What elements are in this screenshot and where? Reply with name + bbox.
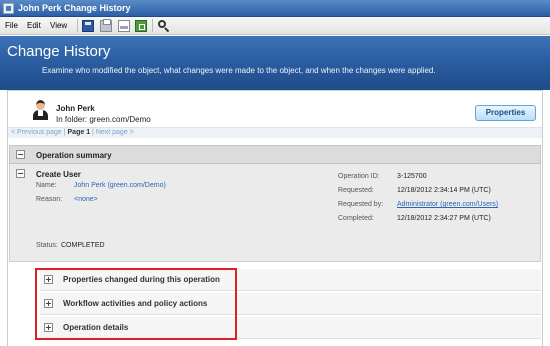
status-label: Status: bbox=[36, 242, 58, 249]
menu-edit[interactable]: Edit bbox=[27, 21, 41, 30]
operation-id-label: Operation ID: bbox=[338, 173, 380, 180]
requested-by-label: Requested by: bbox=[338, 201, 384, 208]
page-banner: Change History Examine who modified the … bbox=[0, 36, 550, 90]
name-label: Name: bbox=[36, 182, 57, 189]
menu-bar: File Edit View bbox=[0, 17, 550, 35]
operation-id-value: 3-125700 bbox=[397, 173, 427, 180]
save-icon[interactable] bbox=[82, 20, 94, 32]
export-icon[interactable] bbox=[135, 20, 147, 32]
title-bar: John Perk Change History bbox=[0, 0, 550, 17]
reason-label: Reason: bbox=[36, 196, 63, 203]
menu-separator bbox=[77, 19, 78, 32]
operation-summary-title: Operation summary bbox=[36, 151, 112, 160]
print-preview-icon[interactable] bbox=[118, 20, 130, 32]
page-title: Change History bbox=[7, 43, 111, 60]
previous-page-link[interactable]: < Previous page bbox=[11, 129, 62, 136]
toolbar-separator bbox=[152, 19, 153, 32]
completed-value: 12/18/2012 2:34:27 PM (UTC) bbox=[397, 215, 491, 222]
next-page-link[interactable]: Next page > bbox=[96, 129, 134, 136]
object-name: John Perk bbox=[56, 104, 95, 113]
object-folder: In folder: green.com/Demo bbox=[56, 115, 151, 124]
menu-view[interactable]: View bbox=[50, 21, 67, 30]
user-avatar-icon bbox=[32, 100, 48, 120]
search-icon[interactable] bbox=[158, 20, 170, 33]
reason-value: <none> bbox=[74, 196, 98, 203]
print-icon[interactable] bbox=[100, 19, 112, 32]
completed-label: Completed: bbox=[338, 215, 374, 222]
requested-label: Requested: bbox=[338, 187, 374, 194]
current-page: Page 1 bbox=[67, 129, 91, 136]
collapse-summary-icon[interactable] bbox=[16, 150, 25, 159]
status-value: COMPLETED bbox=[61, 242, 105, 249]
page-description: Examine who modified the object, what ch… bbox=[42, 66, 436, 75]
collapse-operation-icon[interactable] bbox=[16, 169, 25, 178]
app-icon bbox=[3, 3, 14, 14]
name-value-link[interactable]: John Perk (green.com/Demo) bbox=[74, 182, 166, 189]
window-title: John Perk Change History bbox=[18, 3, 131, 13]
menu-file[interactable]: File bbox=[5, 21, 18, 30]
requested-by-link[interactable]: Administrator (green.com/Users) bbox=[397, 201, 498, 208]
pager: < Previous page | Page 1 | Next page > bbox=[8, 127, 542, 138]
properties-button[interactable]: Properties bbox=[475, 105, 536, 121]
operation-title: Create User bbox=[36, 170, 81, 179]
requested-value: 12/18/2012 2:34:14 PM (UTC) bbox=[397, 187, 491, 194]
highlight-annotation-box bbox=[35, 268, 237, 340]
